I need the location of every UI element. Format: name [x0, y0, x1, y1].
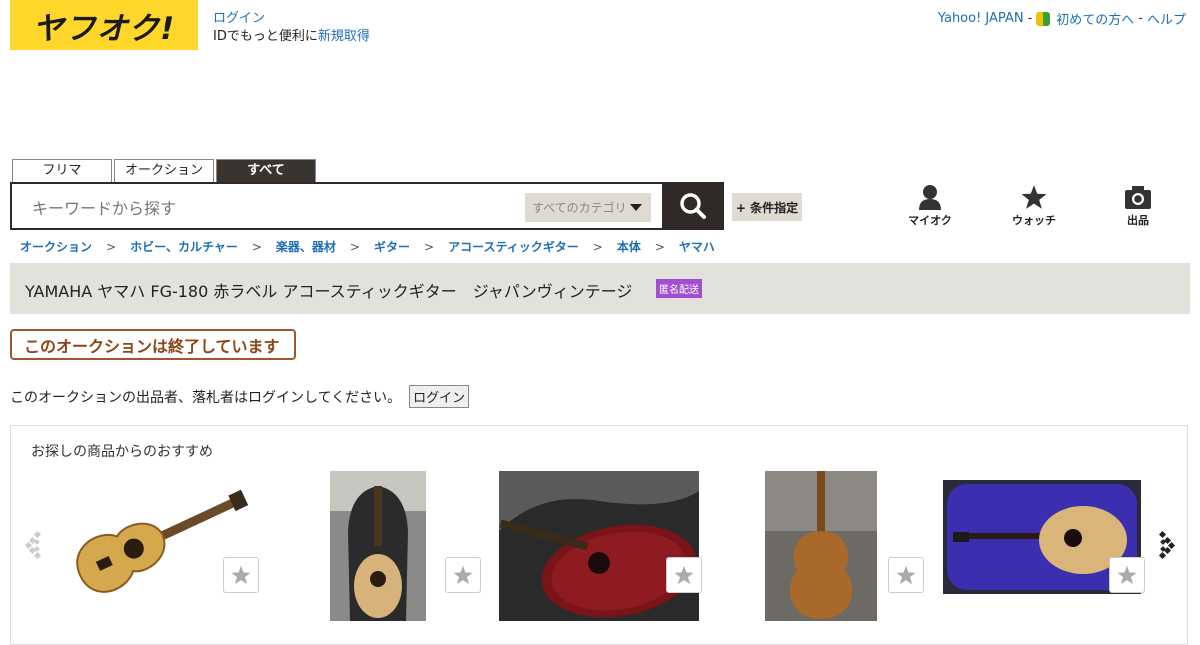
chevron-down-icon: [630, 204, 642, 211]
myauc-button[interactable]: マイオク: [900, 184, 960, 228]
breadcrumb-separator: >: [592, 239, 603, 254]
tab-flea-market[interactable]: フリマ: [12, 159, 112, 182]
recommend-item-image[interactable]: [765, 471, 877, 621]
carousel-prev-icon[interactable]: [25, 530, 45, 560]
recommendation-heading: お探しの商品からのおすすめ: [31, 444, 213, 460]
carousel-next-icon[interactable]: [1155, 530, 1175, 560]
search-tabs: フリマ オークション すべて: [12, 159, 316, 182]
beginner-icon: [1036, 11, 1051, 26]
top-links: Yahoo! JAPAN - 初めての方へ - ヘルプ: [938, 9, 1186, 28]
recommendation-panel: お探しの商品からのおすすめ: [10, 425, 1188, 645]
breadcrumb-item[interactable]: アコースティックギター: [448, 238, 579, 255]
anonymous-shipping-badge: 匿名配送: [656, 279, 702, 298]
watch-button[interactable]: ウォッチ: [1004, 184, 1064, 228]
search-button[interactable]: [662, 182, 724, 230]
help-link[interactable]: ヘルプ: [1147, 9, 1186, 28]
camera-icon: [1125, 186, 1151, 209]
login-notice: このオークションの出品者、落札者はログインしてください。 ログイン: [10, 385, 470, 408]
breadcrumb-separator: >: [424, 239, 435, 254]
beginners-link[interactable]: 初めての方へ: [1056, 9, 1134, 28]
item-title: YAMAHA ヤマハ FG-180 赤ラベル アコースティックギター ジャパンヴ…: [25, 282, 633, 301]
breadcrumb-separator: >: [251, 239, 262, 254]
login-link[interactable]: ログイン: [213, 10, 370, 28]
auction-ended-label: このオークションは終了しています: [10, 329, 296, 360]
person-icon: [919, 185, 941, 210]
breadcrumb-item[interactable]: ギター: [374, 238, 410, 255]
search-icon: [680, 193, 706, 219]
item-title-bar: YAMAHA ヤマハ FG-180 赤ラベル アコースティックギター ジャパンヴ…: [10, 263, 1190, 314]
breadcrumb: オークション > ホビー、カルチャー > 楽器、器材 > ギター > アコーステ…: [20, 238, 715, 255]
star-icon: [231, 565, 251, 585]
yahuoku-logo[interactable]: ヤフオク!: [10, 0, 198, 50]
watch-label: ウォッチ: [1012, 214, 1056, 227]
watch-toggle-button[interactable]: [1109, 557, 1145, 593]
signup-link[interactable]: 新規取得: [318, 29, 370, 44]
breadcrumb-separator: >: [106, 239, 117, 254]
breadcrumb-item[interactable]: ホビー、カルチャー: [130, 238, 238, 255]
star-icon: [1117, 565, 1137, 585]
watch-toggle-button[interactable]: [888, 557, 924, 593]
breadcrumb-separator: >: [349, 239, 360, 254]
tab-all[interactable]: すべて: [216, 159, 316, 182]
recommend-item-image[interactable]: [499, 471, 699, 621]
star-icon: [896, 565, 916, 585]
recommend-item-image[interactable]: [330, 471, 426, 621]
watch-toggle-button[interactable]: [223, 557, 259, 593]
breadcrumb-separator: >: [654, 239, 665, 254]
link-separator: -: [1027, 11, 1033, 26]
watch-toggle-button[interactable]: [666, 557, 702, 593]
search-input[interactable]: [30, 194, 514, 222]
condition-button[interactable]: + 条件指定: [732, 193, 802, 221]
tab-auction[interactable]: オークション: [114, 159, 214, 182]
category-select-value: すべてのカテゴリ: [532, 201, 627, 215]
category-select[interactable]: すべてのカテゴリ: [525, 193, 651, 222]
breadcrumb-item[interactable]: オークション: [20, 238, 92, 255]
login-notice-text: このオークションの出品者、落札者はログインしてください。: [10, 389, 402, 406]
star-icon: [453, 565, 473, 585]
sell-label: 出品: [1127, 214, 1149, 227]
search-bar: すべてのカテゴリ: [10, 182, 724, 230]
myauc-label: マイオク: [908, 214, 952, 227]
breadcrumb-item[interactable]: ヤマハ: [679, 238, 715, 255]
breadcrumb-item[interactable]: 楽器、器材: [276, 238, 336, 255]
breadcrumb-item[interactable]: 本体: [617, 238, 641, 255]
yahoo-japan-link[interactable]: Yahoo! JAPAN: [938, 11, 1024, 26]
watch-toggle-button[interactable]: [445, 557, 481, 593]
star-icon: [674, 565, 694, 585]
recommend-item-image[interactable]: [57, 471, 257, 621]
login-box: ログイン IDでもっと便利に新規取得: [213, 10, 370, 46]
star-icon: [1021, 185, 1047, 209]
notice-login-button[interactable]: ログイン: [409, 385, 470, 408]
link-separator: -: [1138, 11, 1143, 26]
sell-button[interactable]: 出品: [1108, 184, 1168, 228]
login-sub-text: IDでもっと便利に: [213, 29, 318, 44]
